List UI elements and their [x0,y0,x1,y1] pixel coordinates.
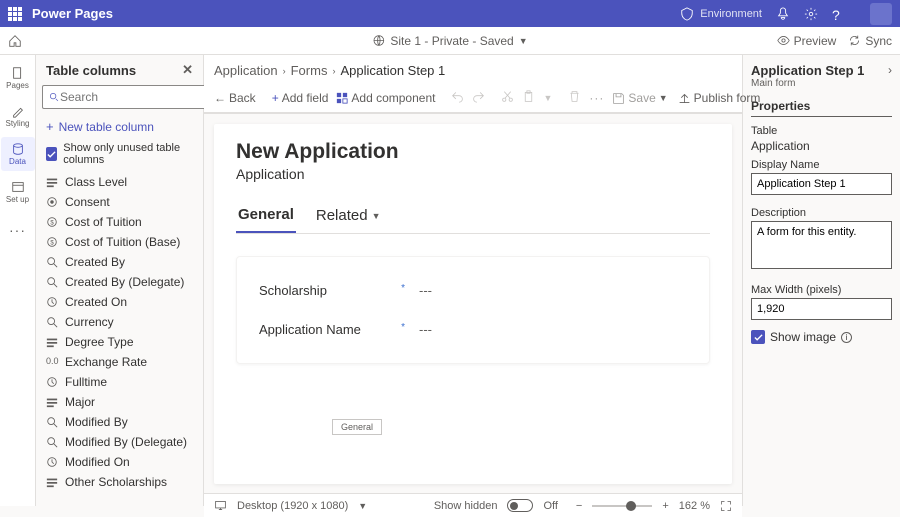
column-item[interactable]: Modified By (Delegate) [36,432,203,452]
info-icon[interactable]: i [841,332,852,343]
column-item[interactable]: Class Level [36,172,203,192]
center-area: Application › Forms › Application Step 1… [204,55,742,506]
home-icon[interactable] [8,34,22,48]
rail-more[interactable]: ··· [1,213,35,247]
cut-icon[interactable] [501,90,514,106]
chevron-right-icon[interactable]: › [888,63,892,77]
max-width-input[interactable] [751,298,892,320]
chevron-down-icon: ▼ [519,36,528,46]
description-input[interactable] [751,221,892,269]
waffle-icon[interactable] [8,7,22,21]
environment-picker[interactable]: Environment [680,7,762,21]
undo-icon[interactable] [451,90,464,106]
form-canvas: New Application Application General Rela… [214,124,732,484]
preview-button[interactable]: Preview [777,34,837,48]
more-icon[interactable]: ··· [589,91,604,105]
site-name: Site 1 - Private - Saved [390,34,513,48]
tab-general[interactable]: General [236,200,296,233]
add-field-button[interactable]: +Add field [272,91,329,105]
form-title: New Application [236,140,710,164]
sub-bar: Site 1 - Private - Saved ▼ Preview Sync [0,27,900,55]
rail-styling[interactable]: Styling [1,99,35,133]
column-item[interactable]: Modified By [36,412,203,432]
left-rail: Pages Styling Data Set up ··· [0,55,36,506]
search-input-wrap[interactable] [42,85,222,109]
publish-icon [678,92,691,105]
panel-title: Table columns [46,63,136,78]
checkbox-checked-icon [46,147,57,161]
column-item[interactable]: Created On [36,292,203,312]
column-item[interactable]: $Cost of Tuition [36,212,203,232]
command-bar: ←Back +Add field Add component ▼ ··· [204,86,742,113]
column-item[interactable]: 0.0Exchange Rate [36,352,203,372]
crumb-forms[interactable]: Forms [291,63,328,78]
column-item[interactable]: Created By (Delegate) [36,272,203,292]
component-icon [336,92,348,104]
tab-outline-general[interactable]: General [332,419,382,435]
environment-label: Environment [700,8,762,20]
rp-title: Application Step 1 [751,63,864,78]
save-button[interactable]: Save ▼ [612,91,667,105]
column-item[interactable]: Major [36,392,203,412]
redo-icon[interactable] [472,90,485,106]
delete-icon[interactable] [568,90,581,106]
properties-panel: Application Step 1 Main form › Propertie… [742,55,900,506]
column-item[interactable]: $Cost of Tuition (Base) [36,232,203,252]
search-icon [49,92,60,103]
eye-icon [777,34,790,47]
column-item[interactable]: Currency [36,312,203,332]
publish-button[interactable]: Publish form [678,91,761,105]
rail-pages[interactable]: Pages [1,61,35,95]
tab-related[interactable]: Related▼ [314,200,383,233]
breadcrumb: Application › Forms › Application Step 1 [204,55,742,86]
search-input[interactable] [60,90,215,104]
paste-icon[interactable] [522,90,535,106]
column-item[interactable]: Created By [36,252,203,272]
crumb-current: Application Step 1 [340,63,445,78]
field-scholarship[interactable]: Scholarship* --- [259,271,687,310]
save-icon [612,92,625,105]
app-title: Power Pages [32,6,113,21]
user-avatar[interactable] [870,3,892,25]
sync-icon [848,34,861,47]
table-columns-panel: Table columns ✕ ▼ +New table column Show… [36,55,204,506]
bell-icon[interactable] [776,7,790,21]
display-name-input[interactable] [751,173,892,195]
rp-section-properties: Properties [751,99,892,117]
rail-data[interactable]: Data [1,137,35,171]
globe-icon [372,34,385,47]
column-item[interactable]: Modified On [36,452,203,472]
gear-icon[interactable] [804,7,818,21]
environment-icon [680,7,694,21]
form-section-card[interactable]: Scholarship* --- Application Name* --- [236,256,710,364]
help-icon[interactable]: ? [832,7,846,21]
form-entity: Application [236,166,710,182]
close-icon[interactable]: ✕ [182,62,193,78]
show-image-checkbox[interactable]: Show image i [751,330,892,344]
canvas-footer: Desktop (1920 x 1080) ▼ Show hidden Off … [204,493,742,517]
rp-subtitle: Main form [751,78,864,89]
new-table-column-link[interactable]: +New table column [36,115,203,138]
chevron-down-icon: ▼ [372,211,381,221]
site-info[interactable]: Site 1 - Private - Saved ▼ [372,34,527,48]
app-top-bar: Power Pages Environment ? [0,0,900,27]
crumb-application[interactable]: Application [214,63,278,78]
rp-table-value: Application [751,139,892,153]
back-button[interactable]: ←Back [214,91,256,105]
column-item[interactable]: Other Scholarships [36,472,203,492]
sync-button[interactable]: Sync [848,34,892,48]
column-item[interactable]: Fulltime [36,372,203,392]
show-unused-toggle[interactable]: Show only unused table columns [36,138,203,170]
column-item[interactable]: Consent [36,192,203,212]
add-component-button[interactable]: Add component [336,91,435,105]
column-list: Class LevelConsent$Cost of Tuition$Cost … [36,170,203,506]
field-application-name[interactable]: Application Name* --- [259,310,687,349]
checkbox-checked-icon [751,330,765,344]
column-item[interactable]: Degree Type [36,332,203,352]
rail-setup[interactable]: Set up [1,175,35,209]
